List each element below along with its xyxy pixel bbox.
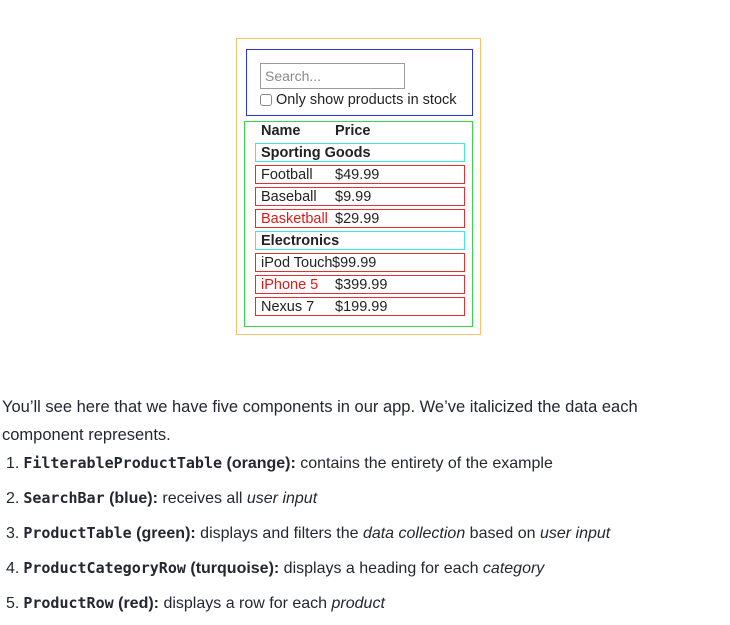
list-item: 3. ProductTable (green): displays and fil…: [6, 520, 610, 555]
product-name-out-of-stock: iPhone 5: [261, 277, 319, 293]
component-description: displays and filters the: [195, 525, 363, 542]
category-name: Electronics: [261, 233, 340, 249]
product-price: $29.99: [335, 211, 380, 227]
product-row: iPod Touch $99.99: [255, 253, 465, 272]
component-name: ProductRow: [23, 594, 114, 612]
product-name: Baseball: [261, 189, 317, 205]
product-name: Football: [261, 167, 313, 183]
intro-paragraph: You’ll see here that we have five compon…: [2, 397, 638, 444]
category-row: Sporting Goods: [255, 143, 465, 162]
product-price: $199.99: [335, 299, 388, 315]
product-row: Football $49.99: [255, 165, 465, 184]
filterable-product-table-mockup: Only show products in stock Name Price S…: [236, 38, 481, 335]
component-description-cont: based on: [465, 525, 540, 542]
component-name: FilterableProductTable: [23, 454, 223, 472]
component-list: 1. FilterableProductTable (orange): conta…: [6, 450, 610, 625]
component-name: SearchBar: [23, 489, 105, 507]
component-name: ProductCategoryRow: [23, 559, 186, 577]
component-data: data collection: [362, 525, 466, 542]
component-color: (red):: [118, 595, 159, 612]
component-data: product: [331, 595, 385, 612]
product-row: Baseball $9.99: [255, 187, 465, 206]
product-name: iPod Touch: [261, 255, 333, 271]
list-number: 2.: [6, 490, 20, 507]
component-description: receives all: [157, 490, 247, 507]
list-number: 1.: [6, 455, 20, 472]
product-name: Nexus 7: [261, 299, 315, 315]
component-description: contains the entirety of the example: [295, 455, 553, 472]
header-price: Price: [335, 123, 371, 139]
list-item: 5. ProductRow (red): displays a row for e…: [6, 590, 610, 625]
component-color: (blue):: [109, 490, 158, 507]
product-price: $99.99: [332, 255, 377, 271]
component-color: (orange):: [226, 455, 296, 472]
search-input[interactable]: [260, 63, 405, 89]
component-description: displays a row for each: [159, 595, 332, 612]
header-name: Name: [261, 123, 301, 139]
component-data: user input: [246, 490, 318, 507]
list-item: 2. SearchBar (blue): receives all user in…: [6, 485, 610, 520]
component-data: category: [482, 560, 545, 577]
component-color: (green):: [136, 525, 196, 542]
category-name: Sporting Goods: [261, 145, 371, 161]
product-price: $9.99: [335, 189, 372, 205]
in-stock-filter[interactable]: Only show products in stock: [259, 91, 457, 109]
category-row: Electronics: [255, 231, 465, 250]
component-name: ProductTable: [23, 524, 132, 542]
list-number: 3.: [6, 525, 20, 542]
list-item: 1. FilterableProductTable (orange): conta…: [6, 450, 610, 485]
search-bar: Only show products in stock: [246, 49, 473, 116]
component-color: (turquoise):: [190, 560, 280, 577]
in-stock-checkbox[interactable]: [260, 94, 272, 106]
product-price: $399.99: [335, 277, 388, 293]
product-row: iPhone 5 $399.99: [255, 275, 465, 294]
list-number: 5.: [6, 595, 20, 612]
product-price: $49.99: [335, 167, 380, 183]
product-row: Nexus 7 $199.99: [255, 297, 465, 316]
product-row: Basketball $29.99: [255, 209, 465, 228]
component-description: displays a heading for each: [279, 560, 483, 577]
list-number: 4.: [6, 560, 20, 577]
component-data: user input: [539, 525, 611, 542]
in-stock-label: Only show products in stock: [276, 92, 457, 108]
list-item: 4. ProductCategoryRow (turquoise): displa…: [6, 555, 610, 590]
product-name-out-of-stock: Basketball: [261, 211, 328, 227]
product-table: Name Price Sporting Goods Football $49.9…: [244, 121, 473, 327]
